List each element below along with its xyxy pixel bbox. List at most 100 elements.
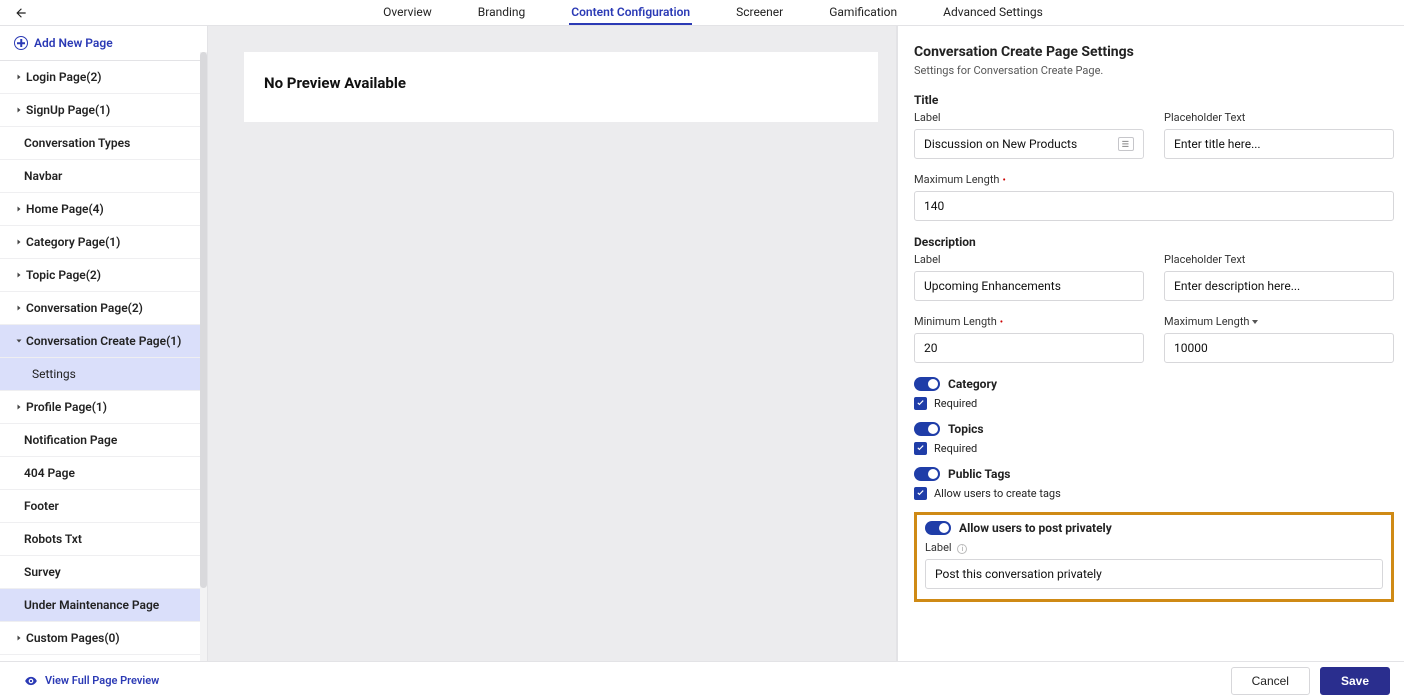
topics-required-checkbox[interactable] — [914, 442, 927, 455]
chevron-right-icon — [14, 633, 24, 643]
sidebar-item-label: Conversation Types — [24, 136, 130, 150]
tab-overview[interactable]: Overview — [381, 0, 434, 25]
allow-create-tags-row: Allow users to create tags — [914, 487, 1394, 500]
allow-create-tags-checkbox[interactable] — [914, 487, 927, 500]
sidebar-item-label: SignUp Page(1) — [26, 103, 110, 117]
topics-toggle-row: Topics — [914, 422, 1394, 436]
desc-minlength-field: Minimum Length 20 — [914, 315, 1144, 363]
back-button[interactable] — [10, 2, 32, 24]
public-tags-toggle-row: Public Tags — [914, 467, 1394, 481]
sidebar-item-robots-txt[interactable]: Robots Txt — [0, 523, 207, 556]
public-tags-toggle[interactable] — [914, 467, 940, 481]
desc-label-field: Label Upcoming Enhancements — [914, 253, 1144, 301]
allow-private-toggle[interactable] — [925, 521, 951, 535]
category-toggle-row: Category — [914, 377, 1394, 391]
info-icon[interactable]: i — [957, 544, 967, 554]
preview-area: No Preview Available — [208, 26, 898, 661]
desc-placeholder-field: Placeholder Text Enter description here.… — [1164, 253, 1394, 301]
sidebar-item-topic-page[interactable]: Topic Page(2) — [0, 259, 207, 292]
desc-label-input[interactable]: Upcoming Enhancements — [914, 271, 1144, 301]
tab-content-configuration[interactable]: Content Configuration — [569, 0, 692, 25]
private-label-input[interactable]: Post this conversation privately — [925, 559, 1383, 589]
section-description: Description — [914, 235, 1394, 249]
cancel-button[interactable]: Cancel — [1231, 667, 1310, 695]
sidebar-item-home-page[interactable]: Home Page(4) — [0, 193, 207, 226]
desc-minlength-input[interactable]: 20 — [914, 333, 1144, 363]
tab-screener[interactable]: Screener — [734, 0, 785, 25]
sidebar-item-conversation-page[interactable]: Conversation Page(2) — [0, 292, 207, 325]
tab-advanced-settings[interactable]: Advanced Settings — [941, 0, 1045, 25]
topics-toggle[interactable] — [914, 422, 940, 436]
sidebar-item-signup-page[interactable]: SignUp Page(1) — [0, 94, 207, 127]
sidebar-item-footer[interactable]: Footer — [0, 490, 207, 523]
title-label-field: Label Discussion on New Products — [914, 111, 1144, 159]
sidebar-item-label: Conversation Page(2) — [26, 301, 143, 315]
private-label-text: Label — [925, 541, 952, 554]
desc-maxlength-input[interactable]: 10000 — [1164, 333, 1394, 363]
sidebar-item-label: Robots Txt — [24, 532, 82, 546]
title-placeholder-input[interactable]: Enter title here... — [1164, 129, 1394, 159]
list-icon[interactable] — [1118, 137, 1134, 151]
scrollbar-thumb[interactable] — [200, 52, 207, 588]
sidebar-item-label: Footer — [24, 499, 59, 513]
public-tags-label: Public Tags — [948, 467, 1010, 481]
sidebar-item-label: 404 Page — [24, 466, 75, 480]
plus-circle-icon — [14, 36, 28, 50]
sidebar-item-settings[interactable]: Settings(1) — [0, 655, 207, 661]
sidebar-item-navbar[interactable]: Navbar — [0, 160, 207, 193]
sidebar-item-label: Navbar — [24, 169, 62, 183]
footer-actions: Cancel Save — [1231, 667, 1390, 695]
chevron-down-icon — [14, 336, 24, 346]
sidebar-item-category-page[interactable]: Category Page(1) — [0, 226, 207, 259]
tab-bar: Overview Branding Content Configuration … — [32, 0, 1394, 25]
sidebar-item-conversation-create-page[interactable]: Conversation Create Page(1) — [0, 325, 207, 358]
sidebar-item-conversation-types[interactable]: Conversation Types — [0, 127, 207, 160]
input-value: Enter title here... — [1174, 137, 1261, 151]
input-value: Discussion on New Products — [924, 137, 1077, 151]
allow-private-label: Allow users to post privately — [959, 521, 1112, 535]
sidebar-item-under-maintenance-page[interactable]: Under Maintenance Page — [0, 589, 207, 622]
chevron-right-icon — [14, 402, 24, 412]
sidebar-item-login-page[interactable]: Login Page(2) — [0, 61, 207, 94]
title-placeholder-field: Placeholder Text Enter title here... — [1164, 111, 1394, 159]
sidebar-scrollbar[interactable] — [200, 52, 207, 661]
title-maxlength-input[interactable]: 140 — [914, 191, 1394, 221]
no-preview-message: No Preview Available — [264, 74, 858, 92]
save-button[interactable]: Save — [1320, 667, 1390, 695]
view-full-page-preview-button[interactable]: View Full Page Preview — [24, 674, 159, 688]
sidebar-item-custom-pages[interactable]: Custom Pages(0) — [0, 622, 207, 655]
input-value: Upcoming Enhancements — [924, 279, 1061, 293]
tab-branding[interactable]: Branding — [476, 0, 528, 25]
sidebar-item-profile-page[interactable]: Profile Page(1) — [0, 391, 207, 424]
sidebar-item-label: Notification Page — [24, 433, 117, 447]
field-label: Maximum Length — [1164, 315, 1394, 328]
chevron-right-icon — [14, 105, 24, 115]
field-label: Label — [914, 253, 1144, 266]
private-label-field: Label i Post this conversation privately — [925, 541, 1383, 589]
settings-panel: Conversation Create Page Settings Settin… — [898, 26, 1404, 661]
sidebar-item-survey[interactable]: Survey — [0, 556, 207, 589]
desc-placeholder-input[interactable]: Enter description here... — [1164, 271, 1394, 301]
field-label: Placeholder Text — [1164, 253, 1394, 266]
input-value: 140 — [924, 199, 944, 213]
required-label: Required — [934, 442, 977, 455]
sidebar-item-label: Settings — [32, 367, 76, 381]
category-toggle[interactable] — [914, 377, 940, 391]
allow-private-toggle-row: Allow users to post privately — [925, 521, 1383, 535]
settings-heading: Conversation Create Page Settings — [914, 44, 1394, 60]
add-new-page-button[interactable]: Add New Page — [0, 26, 207, 61]
settings-subheading: Settings for Conversation Create Page. — [914, 64, 1394, 77]
category-required-checkbox[interactable] — [914, 397, 927, 410]
sidebar-item-notification-page[interactable]: Notification Page — [0, 424, 207, 457]
field-label: Label i — [925, 541, 1383, 554]
sidebar-item-label: Topic Page(2) — [26, 268, 101, 282]
topics-required-row: Required — [914, 442, 1394, 455]
sidebar: Add New Page Login Page(2) SignUp Page(1… — [0, 26, 208, 661]
tab-gamification[interactable]: Gamification — [827, 0, 899, 25]
sidebar-item-404-page[interactable]: 404 Page — [0, 457, 207, 490]
field-label: Maximum Length — [914, 173, 1394, 186]
title-label-input[interactable]: Discussion on New Products — [914, 129, 1144, 159]
input-value: 20 — [924, 341, 938, 355]
desc-maxlength-field: Maximum Length 10000 — [1164, 315, 1394, 363]
sidebar-item-conversation-create-settings[interactable]: Settings — [0, 358, 207, 391]
